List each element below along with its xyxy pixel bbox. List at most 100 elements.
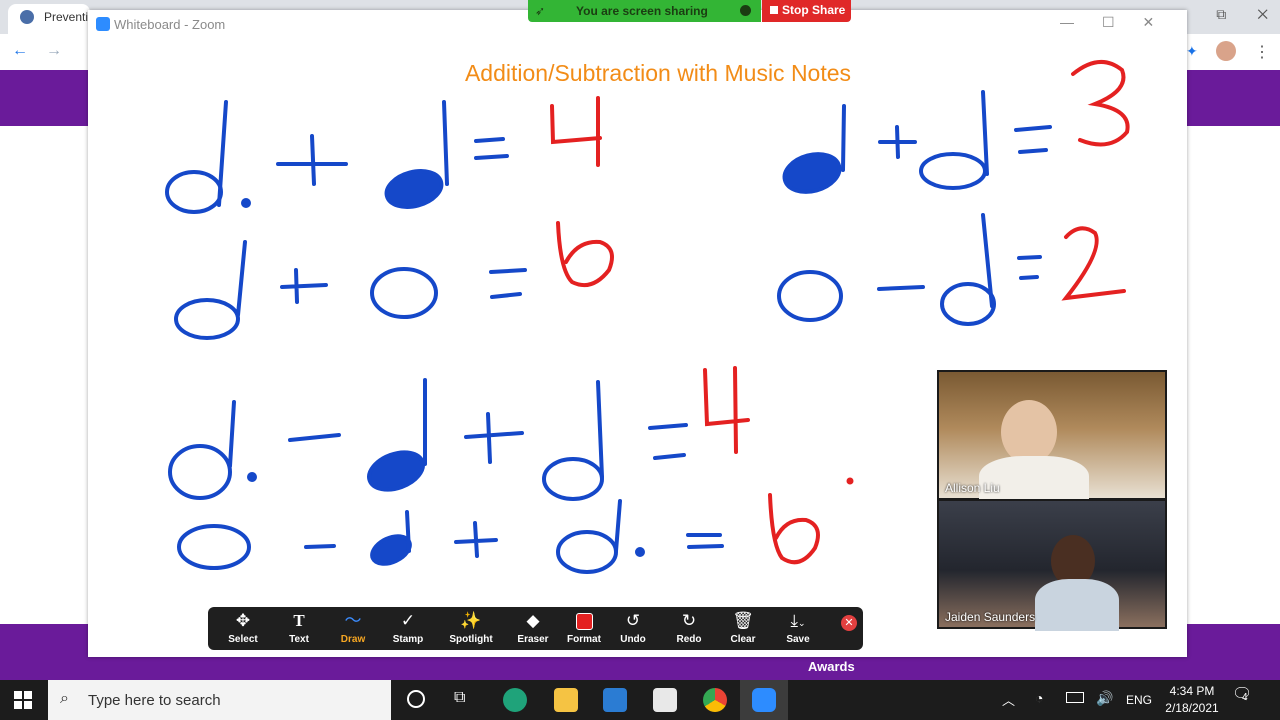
participant-face <box>1001 400 1057 464</box>
stamp-label: Stamp <box>392 634 424 645</box>
trash-icon: 🗑 <box>732 611 754 630</box>
stray-mark <box>846 477 854 485</box>
answer-6 <box>768 493 820 565</box>
save-button[interactable]: ⤓⌄ Save <box>768 607 828 650</box>
clock-time: 4:34 PM <box>1169 684 1215 698</box>
half-note-head <box>165 170 223 214</box>
answer-4 <box>550 96 602 167</box>
half-note-head <box>168 444 232 500</box>
check-icon: ✓ <box>400 611 416 630</box>
clock-date: 2/18/2021 <box>1165 701 1219 715</box>
store-icon[interactable] <box>653 688 677 712</box>
participant-name: Jaiden Saunders <box>945 610 1036 624</box>
taskbar-clock[interactable]: 4:34 PM 2/18/2021 <box>1162 683 1222 717</box>
move-icon: ✥ <box>235 611 251 630</box>
chevron-up-icon[interactable]: ︿ <box>1002 690 1015 709</box>
plus-sign <box>878 125 917 159</box>
participant-name: Allison Liu <box>945 481 1000 495</box>
search-icon: ⌕ <box>60 690 69 707</box>
note-dot <box>247 472 257 482</box>
participant-video-allison[interactable]: Allison Liu <box>937 370 1167 506</box>
whole-note <box>370 267 438 319</box>
note-stem <box>841 104 846 172</box>
windows-start-icon[interactable] <box>14 691 32 709</box>
participant-video-jaiden[interactable]: Jaiden Saunders <box>937 499 1167 631</box>
half-note-head <box>542 457 604 501</box>
quarter-note-head <box>384 169 444 209</box>
plus-sign <box>454 521 498 558</box>
half-note-head <box>919 152 987 190</box>
quarter-note-head <box>367 450 425 492</box>
draw-label: Draw <box>340 634 366 645</box>
minus-sign <box>304 544 336 549</box>
undo-button[interactable]: ↺ Undo <box>603 607 663 650</box>
select-tool-button[interactable]: ✥ Select <box>213 607 273 650</box>
text-label: Text <box>289 634 309 645</box>
plus-sign <box>280 268 328 304</box>
answer-3 <box>1071 60 1130 147</box>
note-stem <box>236 240 247 317</box>
spotlight-tool-button[interactable]: ✨ Spotlight <box>441 607 501 650</box>
note-dot <box>635 547 645 557</box>
notification-center-icon[interactable]: 🗨 4 <box>1232 684 1252 704</box>
equals-sign <box>1014 125 1052 154</box>
answer-2 <box>1061 226 1126 301</box>
draw-tool-button[interactable]: 〜 Draw <box>323 607 383 650</box>
whole-note <box>777 270 843 322</box>
save-icon: ⤓⌄ <box>790 611 806 630</box>
text-icon: T <box>293 611 305 630</box>
zoom-app-icon[interactable] <box>752 688 776 712</box>
note-stem <box>405 510 411 553</box>
note-stem <box>614 499 622 553</box>
save-label: Save <box>786 634 810 645</box>
text-tool-button[interactable]: T Text <box>269 607 329 650</box>
redo-button[interactable]: ↻ Redo <box>659 607 719 650</box>
half-note-head <box>940 282 996 326</box>
clear-button[interactable]: 🗑 Clear <box>713 607 773 650</box>
file-explorer-icon[interactable] <box>554 688 578 712</box>
minus-sign <box>288 433 341 442</box>
mail-icon[interactable] <box>603 688 627 712</box>
participant-shirt <box>1035 579 1119 631</box>
equals-sign <box>686 533 724 549</box>
stamp-tool-button[interactable]: ✓ Stamp <box>378 607 438 650</box>
quarter-note-head <box>782 152 842 194</box>
equals-sign <box>474 137 509 160</box>
select-label: Select <box>228 634 258 645</box>
answer-6 <box>556 221 614 287</box>
note-stem <box>596 380 604 479</box>
battery-icon[interactable] <box>1066 692 1084 703</box>
close-toolbar-icon[interactable]: ✕ <box>841 615 857 631</box>
cortana-icon[interactable] <box>407 690 425 708</box>
wifi-icon[interactable]: ◔ <box>1035 690 1043 706</box>
half-note-head <box>174 298 240 340</box>
minus-sign <box>877 285 925 291</box>
spotlight-label: Spotlight <box>449 634 493 645</box>
note-stem <box>228 400 236 468</box>
language-indicator[interactable]: ENG <box>1126 693 1152 707</box>
clear-label: Clear <box>730 634 756 645</box>
plus-sign <box>464 412 524 464</box>
taskbar-search-placeholder: Type here to search <box>88 692 221 709</box>
undo-label: Undo <box>620 634 646 645</box>
equals-sign <box>648 423 688 460</box>
volume-icon[interactable]: 🔊 <box>1096 690 1113 707</box>
task-view-icon[interactable]: ⧉ <box>454 689 465 707</box>
note-dot <box>241 198 251 208</box>
blue-ink-strokes <box>165 90 1052 574</box>
chrome-icon[interactable] <box>703 688 727 712</box>
spotlight-icon: ✨ <box>460 611 482 630</box>
equals-sign <box>1017 255 1042 280</box>
answer-4 <box>703 366 750 454</box>
plus-sign <box>276 134 348 186</box>
redo-label: Redo <box>676 634 702 645</box>
equals-sign <box>489 268 527 299</box>
edge-icon[interactable] <box>503 688 527 712</box>
notification-count: 4 <box>1242 692 1248 703</box>
note-stem <box>981 90 989 176</box>
note-stem <box>442 100 449 186</box>
draw-icon: 〜 <box>344 611 362 630</box>
undo-icon: ↺ <box>625 611 641 630</box>
whole-note <box>177 524 251 570</box>
whiteboard-toolbar: ✥ Select T Text 〜 Draw ✓ Stamp ✨ Spotlight ◆ E… <box>208 607 863 650</box>
